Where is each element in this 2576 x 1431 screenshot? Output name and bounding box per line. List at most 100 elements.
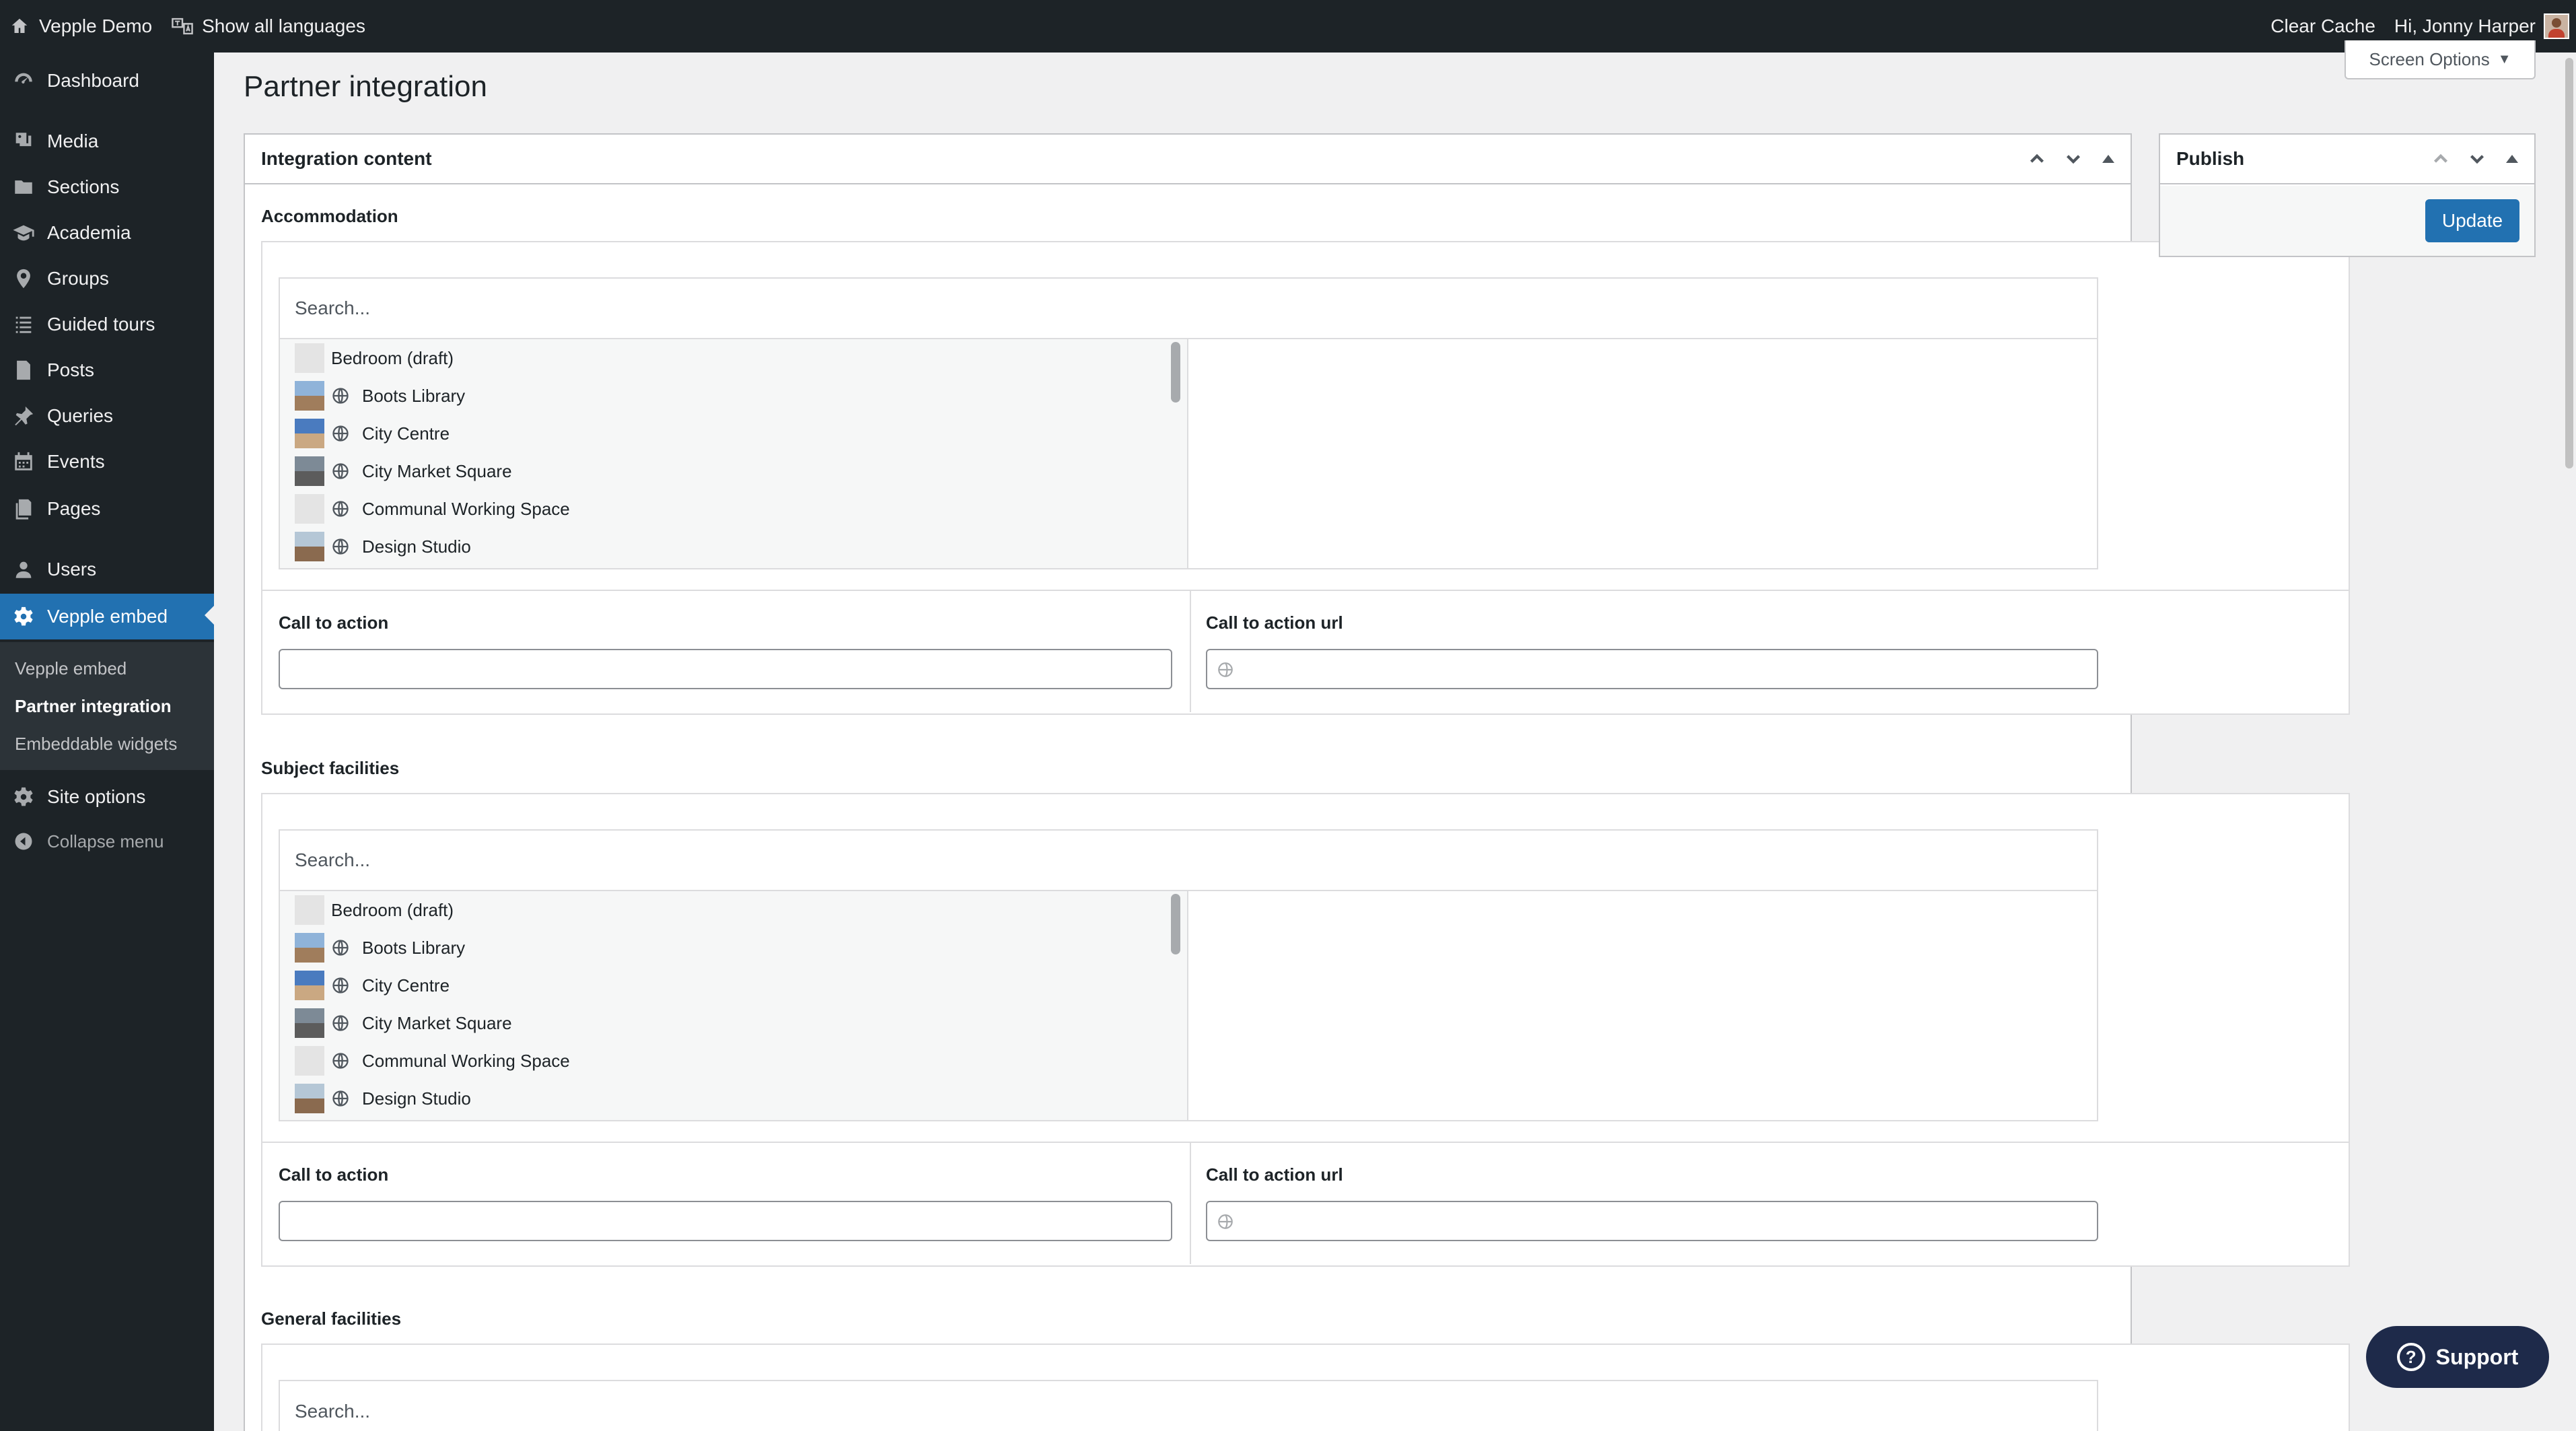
sidebar-item-queries[interactable]: Queries bbox=[0, 394, 214, 438]
globe-icon bbox=[332, 940, 349, 956]
media-icon bbox=[15, 133, 32, 147]
scrollbar[interactable] bbox=[1171, 342, 1180, 403]
site-name-link[interactable]: Vepple Demo bbox=[0, 0, 162, 53]
home-icon bbox=[11, 18, 28, 33]
clear-cache-label: Clear Cache bbox=[2270, 15, 2375, 36]
graduation-cap-icon bbox=[13, 225, 34, 241]
list-item[interactable]: Boots Library bbox=[295, 929, 465, 967]
list-item[interactable]: City Market Square bbox=[295, 1004, 512, 1042]
pushpin-icon bbox=[15, 406, 34, 426]
globe-icon bbox=[332, 463, 349, 479]
admin-bar: Vepple Demo Show all languages Clear Cac… bbox=[0, 0, 2576, 53]
sidebar-item-dashboard[interactable]: Dashboard bbox=[0, 59, 214, 102]
relationship-field: Search... Bedroom (draft) Boots Library … bbox=[261, 241, 2350, 715]
sidebar-item-label: Users bbox=[47, 559, 97, 580]
sidebar-item-groups[interactable]: Groups bbox=[0, 257, 214, 300]
search-input[interactable]: Search... bbox=[280, 1381, 2097, 1431]
cta-url-input[interactable] bbox=[1206, 649, 2098, 689]
list-item[interactable]: Design Studio bbox=[295, 1080, 471, 1117]
support-button[interactable]: ? Support bbox=[2366, 1326, 2549, 1388]
sidebar-item-users[interactable]: Users bbox=[0, 548, 214, 591]
location-pin-icon bbox=[17, 269, 30, 289]
list-item[interactable]: Communal Working Space bbox=[295, 490, 570, 528]
section-label-accommodation: Accommodation bbox=[261, 206, 398, 226]
site-name: Vepple Demo bbox=[39, 15, 153, 36]
list-item[interactable]: City Centre bbox=[295, 415, 450, 452]
selected-values-list[interactable] bbox=[1188, 339, 2097, 568]
sidebar-item-label: Sections bbox=[47, 176, 120, 197]
users-icon bbox=[15, 561, 32, 578]
thumbnail bbox=[295, 381, 324, 411]
sidebar-item-posts[interactable]: Posts bbox=[0, 349, 214, 392]
section-label-subject-facilities: Subject facilities bbox=[261, 758, 400, 778]
submenu-item-vepple-embed[interactable]: Vepple embed bbox=[15, 658, 127, 679]
thumbnail bbox=[295, 419, 324, 448]
cta-url-input[interactable] bbox=[1206, 1201, 2098, 1241]
globe-icon bbox=[332, 425, 349, 442]
screen-options-button[interactable]: Screen Options ▼ bbox=[2345, 40, 2536, 79]
link-globe-icon bbox=[1218, 1214, 1233, 1229]
show-languages-link[interactable]: Show all languages bbox=[162, 0, 375, 53]
postbox-title: Integration content bbox=[261, 148, 432, 169]
sidebar-item-media[interactable]: Media bbox=[0, 120, 214, 163]
update-button[interactable]: Update bbox=[2425, 199, 2519, 242]
list-item[interactable]: Bedroom (draft) bbox=[295, 891, 454, 929]
submenu-item-partner-integration[interactable]: Partner integration bbox=[15, 696, 172, 717]
collapse-menu-button[interactable]: Collapse menu bbox=[0, 820, 214, 863]
collapse-arrow-icon bbox=[15, 833, 32, 850]
list-item[interactable]: City Centre bbox=[295, 967, 450, 1004]
avatar bbox=[2544, 13, 2569, 39]
thumbnail bbox=[295, 1008, 324, 1038]
chevron-up-icon[interactable] bbox=[2026, 147, 2048, 170]
scrollbar-thumb[interactable] bbox=[2565, 58, 2573, 468]
thumbnail bbox=[295, 1046, 324, 1076]
submenu-item-embeddable-widgets[interactable]: Embeddable widgets bbox=[15, 734, 177, 755]
chevron-down-icon[interactable] bbox=[2466, 147, 2489, 170]
toggle-panel-icon[interactable] bbox=[2102, 155, 2114, 163]
sidebar-item-label: Pages bbox=[47, 498, 101, 519]
sidebar-item-sections[interactable]: Sections bbox=[0, 166, 214, 209]
choices-list[interactable]: Bedroom (draft) Boots Library City Centr… bbox=[280, 339, 1188, 568]
search-input[interactable]: Search... bbox=[280, 279, 2097, 339]
toggle-panel-icon[interactable] bbox=[2506, 155, 2518, 163]
caret-down-icon: ▼ bbox=[2497, 51, 2511, 67]
cta-input[interactable] bbox=[279, 1201, 1172, 1241]
chevron-up-icon[interactable] bbox=[2429, 147, 2452, 170]
sidebar-item-vepple-embed[interactable]: Vepple embed bbox=[0, 594, 214, 639]
list-item-label: Bedroom (draft) bbox=[331, 347, 454, 368]
sidebar-item-events[interactable]: Events bbox=[0, 440, 214, 483]
chevron-down-icon[interactable] bbox=[2062, 147, 2085, 170]
list-item-label: City Market Square bbox=[362, 1012, 512, 1033]
choices-list[interactable]: Bedroom (draft) Boots Library City Centr… bbox=[280, 891, 1188, 1120]
search-input[interactable]: Search... bbox=[280, 831, 2097, 891]
support-label: Support bbox=[2435, 1344, 2519, 1369]
relationship-picker: Search... Bedroom (draft) Boots Library … bbox=[279, 829, 2098, 1121]
scrollbar[interactable] bbox=[1171, 894, 1180, 954]
thumbnail bbox=[295, 971, 324, 1000]
sidebar-item-guided-tours[interactable]: Guided tours bbox=[0, 303, 214, 346]
list-item[interactable]: City Market Square bbox=[295, 452, 512, 490]
sidebar-item-label: Events bbox=[47, 451, 105, 472]
list-item[interactable]: Design Studio bbox=[295, 528, 471, 565]
list-item[interactable]: Communal Working Space bbox=[295, 1042, 570, 1080]
cta-url-label: Call to action url bbox=[1206, 1164, 1343, 1185]
sidebar-item-academia[interactable]: Academia bbox=[0, 211, 214, 254]
globe-icon bbox=[332, 1053, 349, 1069]
gear-icon bbox=[14, 787, 33, 806]
page-scrollbar[interactable] bbox=[2563, 53, 2576, 1431]
list-item-label: City Centre bbox=[362, 423, 450, 444]
relationship-field: Search... Bedroom (draft) Boots Library … bbox=[261, 793, 2350, 1267]
sidebar-item-label: Academia bbox=[47, 222, 131, 243]
list-item[interactable]: Bedroom (draft) bbox=[295, 339, 454, 377]
cta-url-label: Call to action url bbox=[1206, 613, 1343, 633]
sidebar-item-site-options[interactable]: Site options bbox=[0, 775, 214, 818]
list-item[interactable]: Boots Library bbox=[295, 377, 465, 415]
divider bbox=[262, 590, 2349, 591]
list-item-label: City Market Square bbox=[362, 460, 512, 481]
selected-values-list[interactable] bbox=[1188, 891, 2097, 1120]
cta-input[interactable] bbox=[279, 649, 1172, 689]
thumbnail bbox=[295, 343, 324, 373]
user-greeting: Hi, Jonny Harper bbox=[2394, 15, 2536, 36]
sidebar-item-pages[interactable]: Pages bbox=[0, 487, 214, 530]
thumbnail bbox=[295, 532, 324, 561]
